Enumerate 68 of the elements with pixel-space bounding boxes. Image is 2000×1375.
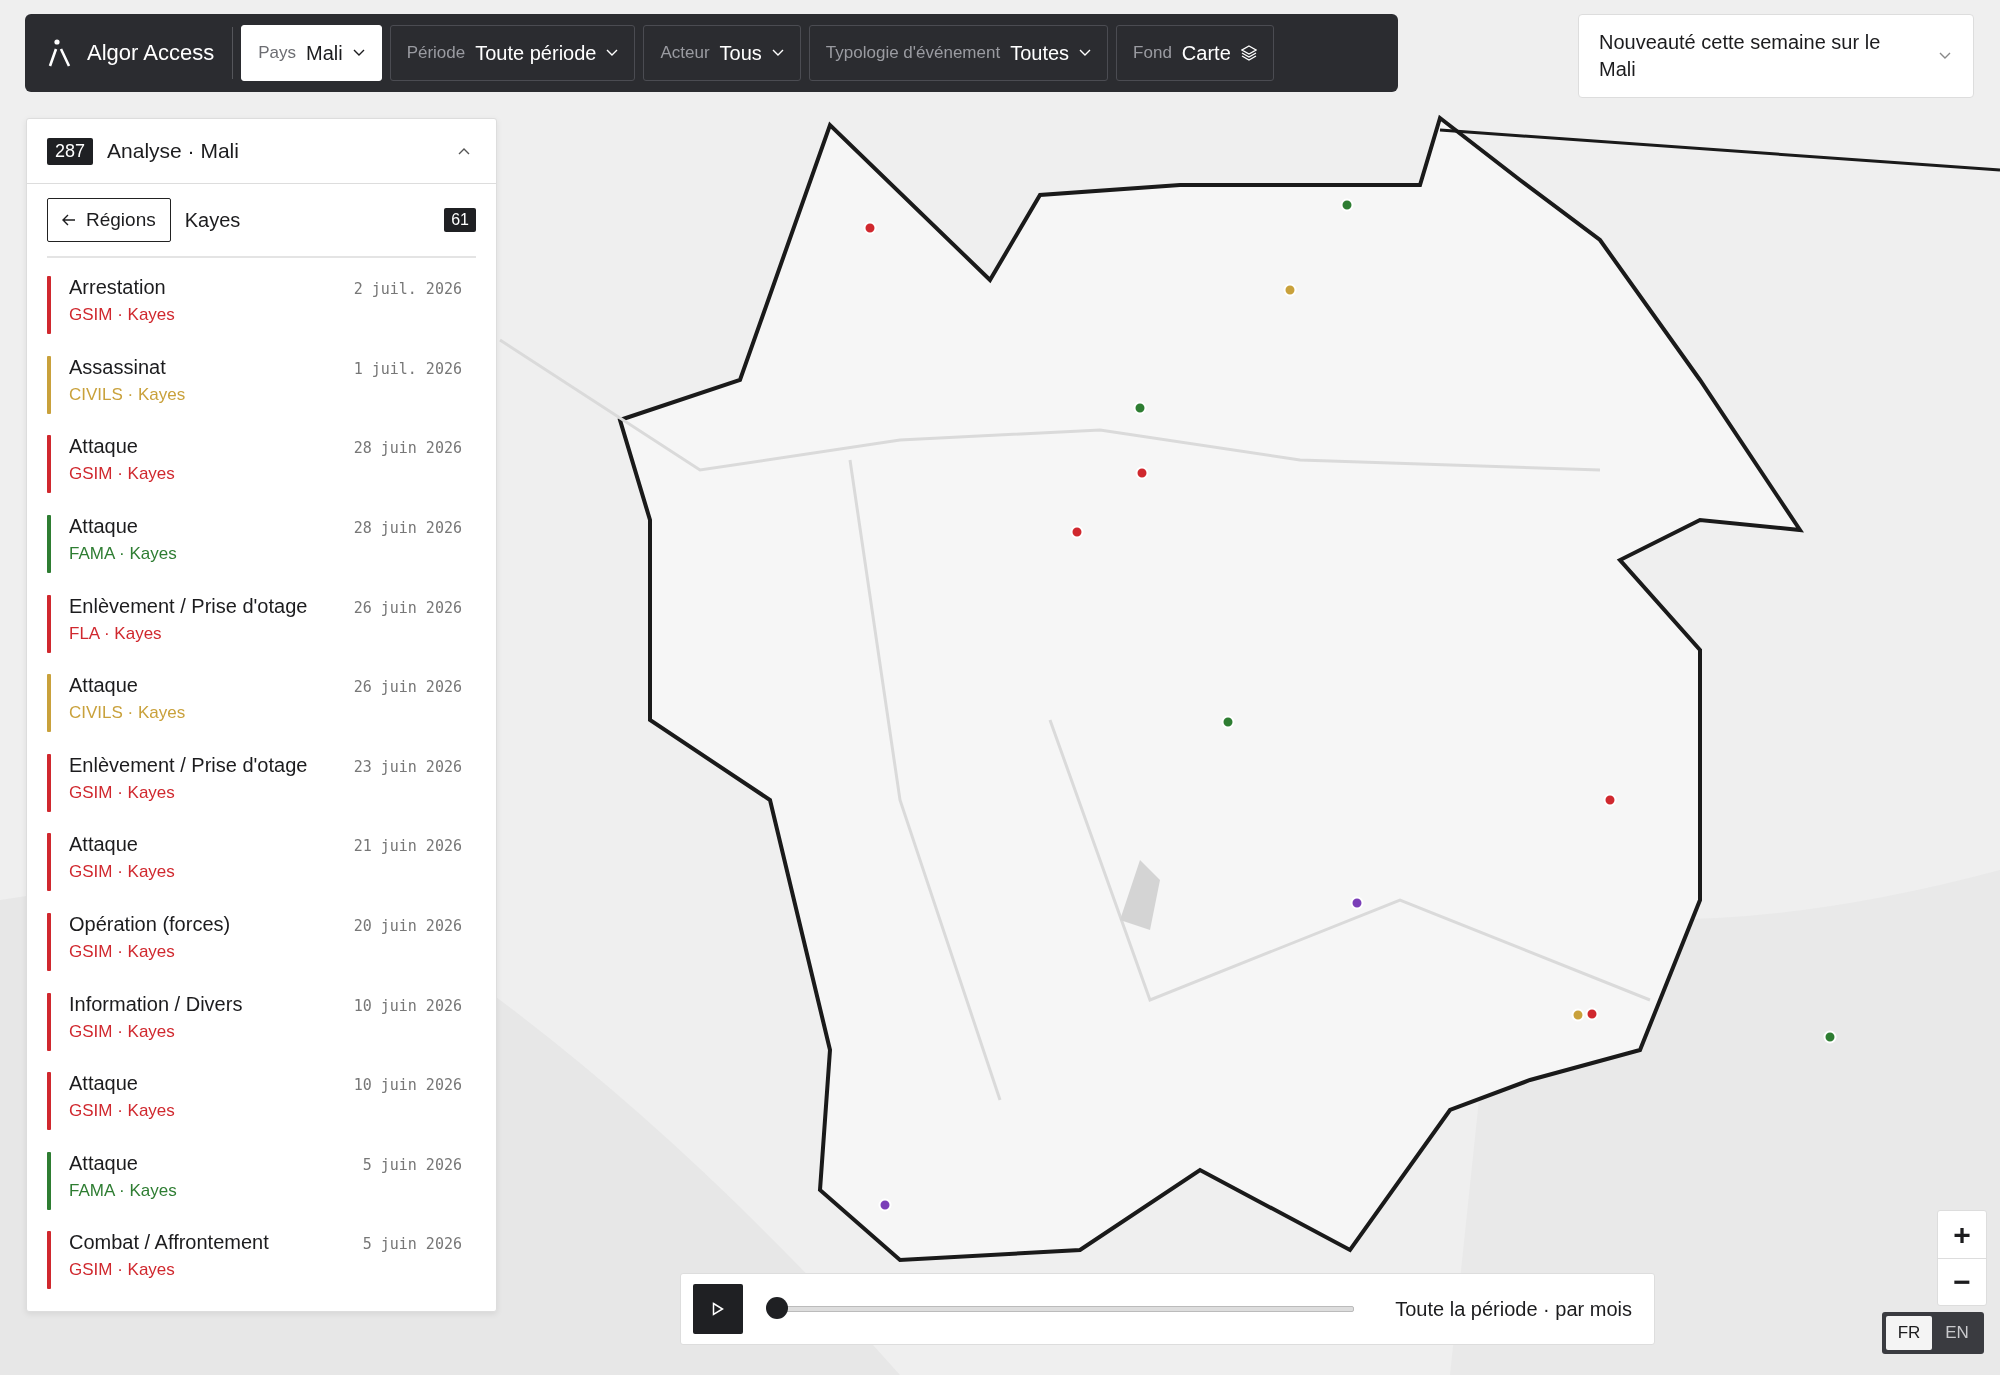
event-actor: GSIM · Kayes bbox=[69, 1260, 176, 1281]
event-title[interactable]: Enlèvement / Prise d'otage bbox=[69, 753, 336, 777]
chevron-down-icon bbox=[771, 49, 784, 57]
chevron-down-icon bbox=[1079, 49, 1092, 57]
event-date: 5 juin 2026 bbox=[362, 1234, 463, 1254]
event-actor: GSIM · Kayes bbox=[69, 305, 176, 326]
event-date: 26 juin 2026 bbox=[353, 597, 463, 617]
event-actor: FAMA · Kayes bbox=[69, 1180, 178, 1201]
play-icon bbox=[712, 1302, 724, 1316]
chevron-up-icon bbox=[458, 147, 470, 156]
event-date: 1 juil. 2026 bbox=[353, 358, 463, 378]
event-actor: GSIM · Kayes bbox=[69, 942, 176, 963]
filter-dropdown[interactable]: Période Toute période bbox=[389, 25, 636, 81]
event-date: 10 juin 2026 bbox=[353, 995, 463, 1015]
filter-dropdown[interactable]: Pays Mali bbox=[241, 25, 382, 81]
event-title[interactable]: Assassinat bbox=[69, 355, 336, 379]
event-title[interactable]: Attaque bbox=[69, 1151, 345, 1175]
event-date: 28 juin 2026 bbox=[353, 518, 463, 538]
region-name: Kayes bbox=[184, 208, 242, 232]
event-date: 2 juil. 2026 bbox=[353, 279, 463, 299]
event-date: 23 juin 2026 bbox=[353, 756, 463, 776]
event-actor: GSIM · Kayes bbox=[69, 782, 176, 803]
arrow-left-icon bbox=[62, 214, 76, 227]
event-title[interactable]: Enlèvement / Prise d'otage bbox=[69, 594, 336, 618]
event-title[interactable]: Attaque bbox=[69, 833, 336, 857]
event-date: 28 juin 2026 bbox=[353, 438, 463, 458]
count-badge: 287 bbox=[47, 137, 94, 165]
language-button[interactable]: FR bbox=[1886, 1316, 1932, 1350]
event-actor: GSIM · Kayes bbox=[69, 1021, 176, 1042]
event-actor: GSIM · Kayes bbox=[69, 862, 176, 883]
back-button[interactable]: Régions bbox=[47, 198, 171, 243]
event-title[interactable]: Combat / Affrontement bbox=[69, 1231, 345, 1255]
zoom-in-button[interactable]: + bbox=[1938, 1211, 1986, 1258]
event-date: 5 juin 2026 bbox=[362, 1154, 463, 1174]
event-date: 26 juin 2026 bbox=[353, 677, 463, 697]
event-date: 21 juin 2026 bbox=[353, 836, 463, 856]
event-title[interactable]: Opération (forces) bbox=[69, 913, 336, 937]
chevron-down-icon bbox=[1939, 52, 1951, 60]
event-title[interactable]: Arrestation bbox=[69, 276, 336, 300]
event-title[interactable]: Information / Divers bbox=[69, 992, 336, 1016]
language-button[interactable]: EN bbox=[1934, 1316, 1980, 1350]
count-badge: 61 bbox=[444, 208, 476, 233]
layers-icon bbox=[1240, 45, 1257, 61]
panel-title: Analyse · Mali bbox=[107, 139, 240, 164]
filter-dropdown[interactable]: Acteur Tous bbox=[643, 25, 801, 81]
event-date: 20 juin 2026 bbox=[353, 916, 463, 936]
event-title[interactable]: Attaque bbox=[69, 515, 336, 539]
event-actor: GSIM · Kayes bbox=[69, 1101, 176, 1122]
event-title[interactable]: Attaque bbox=[69, 1072, 336, 1096]
logo-icon bbox=[47, 38, 73, 68]
play-button[interactable] bbox=[693, 1284, 743, 1334]
event-actor: CIVILS · Kayes bbox=[69, 703, 187, 724]
event-actor: FAMA · Kayes bbox=[69, 544, 178, 565]
event-date: 10 juin 2026 bbox=[353, 1075, 463, 1095]
filter-dropdown[interactable]: Fond Carte bbox=[1116, 25, 1274, 81]
event-actor: FLA · Kayes bbox=[69, 623, 163, 644]
event-actor: GSIM · Kayes bbox=[69, 464, 176, 485]
event-actor: CIVILS · Kayes bbox=[69, 384, 187, 405]
chevron-down-icon bbox=[606, 49, 619, 57]
news-dropdown[interactable]: Nouveauté cette semaine sur le Mali bbox=[1578, 14, 1974, 98]
zoom-out-button[interactable]: − bbox=[1938, 1258, 1986, 1305]
brand-name: Algor Access bbox=[87, 40, 215, 66]
event-title[interactable]: Attaque bbox=[69, 674, 336, 698]
timeline-caption: Toute la période · par mois bbox=[1395, 1297, 1632, 1321]
slider-thumb[interactable] bbox=[766, 1297, 788, 1319]
filter-dropdown[interactable]: Typologie d'événement Toutes bbox=[808, 25, 1109, 81]
chevron-down-icon bbox=[352, 49, 365, 57]
event-title[interactable]: Attaque bbox=[69, 435, 336, 459]
